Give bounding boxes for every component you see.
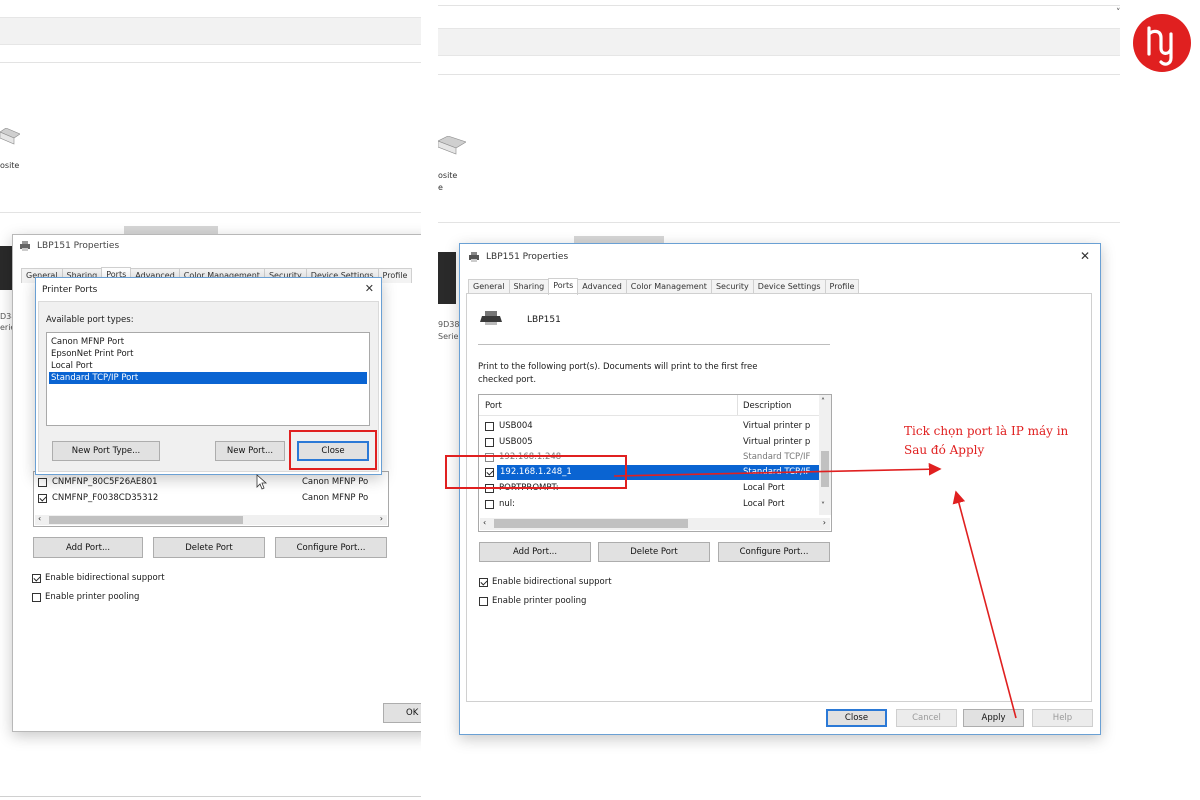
arrow-to-port [613,462,942,477]
annotation-line-1: Tick chọn port là IP máy in [904,424,1069,438]
annotation-line-2: Sau đó Apply [904,443,985,457]
logo-mark-icon [1147,26,1173,66]
arrow-from-apply [952,490,1017,719]
annotation-arrows [613,462,1017,719]
brand-logo [1133,14,1191,72]
